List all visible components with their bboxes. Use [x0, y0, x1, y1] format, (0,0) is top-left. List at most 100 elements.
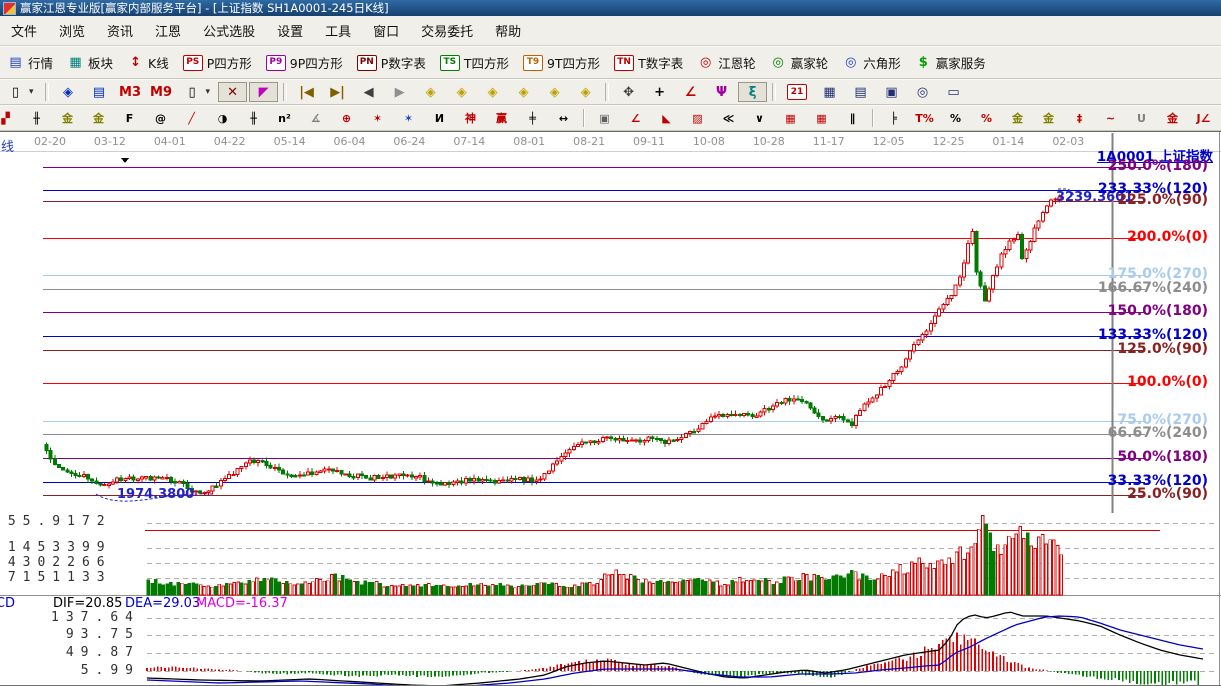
red-grid-tool[interactable]: ▦	[776, 108, 805, 128]
notepad-button[interactable]: ▤	[846, 82, 875, 102]
zigzag-lines-tool[interactable]: ∨	[745, 108, 774, 128]
hexagon-button[interactable]: ◎六角形	[836, 51, 907, 74]
wave-mark-tool[interactable]: И	[425, 108, 454, 128]
ruler-123-tool[interactable]: ╪	[518, 108, 547, 128]
scale-ruler-tool[interactable]: ╫	[239, 108, 268, 128]
last-page-button[interactable]: ▶|	[323, 82, 352, 102]
date-tick-10-28: 10-28	[748, 135, 790, 148]
save-button[interactable]: ▣	[877, 82, 906, 102]
fan-lines-tool[interactable]: ≪	[714, 108, 743, 128]
time-ruler-tool[interactable]: ╫	[22, 108, 51, 128]
gold-circle-tool[interactable]: 金	[1003, 108, 1032, 128]
gann-wheel-button[interactable]: ◎江恩轮	[691, 51, 762, 74]
gann-fan-box-tool[interactable]: ◣	[652, 108, 681, 128]
first-page-button[interactable]: |◀	[292, 82, 321, 102]
n-square-tool[interactable]: n²	[270, 108, 299, 128]
volume-axis-2: 74302266	[0, 555, 112, 570]
wave-percent-tool[interactable]: ~	[1096, 108, 1125, 128]
menu-item-9[interactable]: 帮助	[484, 18, 532, 43]
gold-ratio-ruler-tool[interactable]: 金	[53, 108, 82, 128]
crosshair-tool[interactable]: +	[645, 82, 674, 102]
menu-item-3[interactable]: 江恩	[144, 18, 192, 43]
next-page-button[interactable]: ▶	[385, 82, 414, 102]
pen-tool[interactable]: ╱	[177, 108, 206, 128]
grid-fan-box-tool[interactable]: ▨	[683, 108, 712, 128]
candle-type-combo[interactable]: ▯▾	[178, 82, 217, 102]
span-arrows-tool[interactable]: ↔	[549, 108, 578, 128]
compass-target-tool[interactable]: ⊕	[332, 108, 361, 128]
nine-t-square-button[interactable]: T99T四方形	[517, 51, 606, 74]
menu-item-1[interactable]: 浏览	[48, 18, 96, 43]
chart-area[interactable]: 线 1A0001 上证指数 3239.3601 1974.3800 MACD D…	[0, 131, 1221, 686]
date-tick-08-21: 08-21	[568, 135, 610, 148]
cup-tool[interactable]: U	[1127, 108, 1156, 128]
sectors-button[interactable]: ▦板块	[61, 51, 119, 74]
date-tick-12-05: 12-05	[868, 135, 910, 148]
gold-lines-tool[interactable]: 金	[1034, 108, 1063, 128]
gann-fan-box-tool-icon: ◣	[658, 110, 675, 126]
j-angle-tool[interactable]: J∠	[1189, 108, 1218, 128]
winner-wheel-button[interactable]: ◎赢家轮	[764, 51, 835, 74]
gann-box-tool[interactable]: ✕	[218, 82, 247, 102]
price-ruler-tool[interactable]: ╞	[879, 108, 908, 128]
ying-tool[interactable]: 赢	[487, 108, 516, 128]
winner-service-button[interactable]: $赢家服务	[909, 51, 992, 74]
info-list-button[interactable]: ▤	[85, 82, 114, 102]
percent-tool[interactable]: %	[941, 108, 970, 128]
p-number-table-button[interactable]: PNP数字表	[351, 51, 432, 74]
percent-line-tool[interactable]: %	[972, 108, 1001, 128]
gann-fan-tool[interactable]: ∠	[621, 108, 650, 128]
red-grid-arrow-tool[interactable]: ▦	[807, 108, 836, 128]
candle-style-combo[interactable]: ▯▾	[1, 82, 40, 102]
prev-page-button[interactable]: ◀	[354, 82, 383, 102]
quote-button[interactable]: ▤行情	[1, 51, 59, 74]
p-square-button[interactable]: PSP四方形	[177, 51, 258, 74]
spider-web-blue-tool[interactable]: ✶	[394, 108, 423, 128]
hand-tool[interactable]: ✥	[614, 82, 643, 102]
t-number-table-button[interactable]: TNT数字表	[608, 51, 689, 74]
diamond-all-button[interactable]: ◈	[571, 82, 600, 102]
diamond-compress-button[interactable]: ◈	[509, 82, 538, 102]
kline-9-button[interactable]: M9	[147, 82, 176, 102]
menu-item-7[interactable]: 窗口	[362, 18, 410, 43]
menu-item-2[interactable]: 资讯	[96, 18, 144, 43]
gold-lines-tool-icon: 金	[1040, 110, 1057, 126]
nine-p-square-button[interactable]: P99P四方形	[260, 51, 349, 74]
diamond-expand-button[interactable]: ◈	[478, 82, 507, 102]
menu-item-8[interactable]: 交易委托	[410, 18, 484, 43]
menu-item-0[interactable]: 文件	[0, 18, 48, 43]
spiral-tool[interactable]: @	[146, 108, 175, 128]
fib-ruler-tool[interactable]: F	[115, 108, 144, 128]
angle-gauge-tool[interactable]: ∡	[301, 108, 330, 128]
gold-underline-tool[interactable]: 金	[1158, 108, 1187, 128]
gold-ratio-ruler2-tool[interactable]: 金	[84, 108, 113, 128]
measure-pen-tool[interactable]: ‡	[1065, 108, 1094, 128]
menu-item-5[interactable]: 设置	[266, 18, 314, 43]
volume-profile-tool[interactable]: ◤	[249, 82, 278, 102]
print-button[interactable]: ▭	[939, 82, 968, 102]
kline-3-button[interactable]: M3	[116, 82, 145, 102]
spider-web-red-tool[interactable]: ✶	[363, 108, 392, 128]
menu-item-4[interactable]: 公式选股	[192, 18, 266, 43]
clipped-tool[interactable]: ▞	[0, 108, 20, 128]
gann-ruler-tool[interactable]: Ψ	[707, 82, 736, 102]
nine-p-square-button-icon: P9	[266, 55, 286, 71]
box-measure-tool[interactable]: ▣	[590, 108, 619, 128]
export-button[interactable]: ◎	[908, 82, 937, 102]
angle-measure-tool[interactable]: ∠	[676, 82, 705, 102]
diamond-cross-button[interactable]: ◈	[540, 82, 569, 102]
diamond-left-button[interactable]: ◈	[416, 82, 445, 102]
nine-p-square-button-label: 9P四方形	[290, 53, 343, 72]
wave-tool[interactable]: ξ	[738, 82, 767, 102]
diamond-right-button[interactable]: ◈	[447, 82, 476, 102]
parallel-lines-tool[interactable]: ∥	[838, 108, 867, 128]
menu-item-6[interactable]: 工具	[314, 18, 362, 43]
calculator-button[interactable]: ▦	[815, 82, 844, 102]
kline-button[interactable]: ↕K线	[121, 51, 175, 74]
shen-tool[interactable]: 神	[456, 108, 485, 128]
t-square-button[interactable]: TST四方形	[434, 51, 515, 74]
cycle-circle-tool[interactable]: ◑	[208, 108, 237, 128]
calendar-button[interactable]: 21	[781, 82, 813, 102]
gann-shapes-button[interactable]: ◈	[54, 82, 83, 102]
percent-t-tool[interactable]: T%	[910, 108, 939, 128]
